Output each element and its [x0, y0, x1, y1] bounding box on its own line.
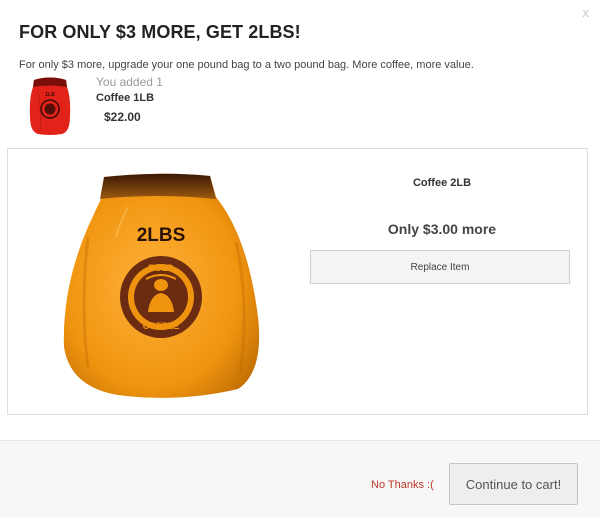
- close-icon[interactable]: x: [583, 5, 590, 20]
- seal-top-text: BOLD: [148, 263, 174, 273]
- replace-item-button[interactable]: Replace Item: [310, 250, 570, 284]
- modal-title: FOR ONLY $3 MORE, GET 2LBS!: [19, 22, 301, 42]
- added-item-price: $22.00: [104, 110, 141, 124]
- no-thanks-link[interactable]: No Thanks :(: [371, 479, 434, 491]
- added-item-note: You added 1: [96, 75, 163, 89]
- added-item-name: Coffee 1LB: [96, 92, 155, 104]
- offer-price: Only $3.00 more: [387, 221, 497, 237]
- seal-bottom-text: COFFEE: [143, 321, 180, 331]
- added-item-image: 1LB: [29, 77, 71, 135]
- offer-item-image: 2LBS BOLD COFFEE: [63, 173, 260, 398]
- added-bag-label: 1LB: [45, 92, 55, 98]
- continue-to-cart-button[interactable]: Continue to cart!: [449, 463, 578, 505]
- offer-item-name: Coffee 2LB: [412, 177, 472, 189]
- upsell-offer-panel: 2LBS BOLD COFFEE Coffee 2LB Only $3.00 m…: [7, 148, 588, 415]
- modal-subtitle: For only $3 more, upgrade your one pound…: [19, 59, 474, 71]
- offer-bag-label: 2LBS: [137, 225, 186, 246]
- modal-footer: No Thanks :( Continue to cart!: [0, 440, 600, 518]
